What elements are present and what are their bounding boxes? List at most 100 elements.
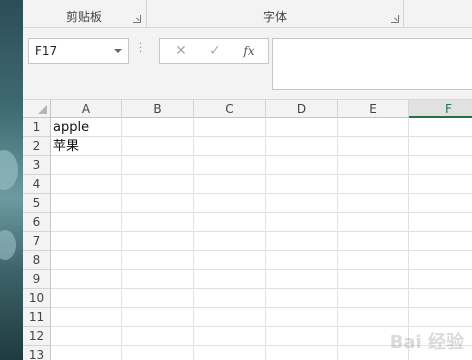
cell-f6[interactable] <box>409 213 472 232</box>
cell-c9[interactable] <box>194 270 266 289</box>
cell-d5[interactable] <box>266 194 338 213</box>
name-box[interactable]: F17 <box>28 38 129 64</box>
cell-d8[interactable] <box>266 251 338 270</box>
cell-e10[interactable] <box>338 289 409 308</box>
cell-f4[interactable] <box>409 175 472 194</box>
cell-a7[interactable] <box>51 232 122 251</box>
cell-d3[interactable] <box>266 156 338 175</box>
select-all-corner[interactable] <box>23 100 51 118</box>
cell-c10[interactable] <box>194 289 266 308</box>
cell-b8[interactable] <box>122 251 194 270</box>
row-header-10[interactable]: 10 <box>23 289 51 308</box>
cell-c12[interactable] <box>194 327 266 346</box>
cell-c1[interactable] <box>194 118 266 137</box>
cell-b11[interactable] <box>122 308 194 327</box>
clipboard-launcher-icon[interactable] <box>133 15 141 23</box>
cell-e9[interactable] <box>338 270 409 289</box>
cell-e6[interactable] <box>338 213 409 232</box>
row-header-13[interactable]: 13 <box>23 346 51 360</box>
cell-b13[interactable] <box>122 346 194 360</box>
cell-a12[interactable] <box>51 327 122 346</box>
row-header-5[interactable]: 5 <box>23 194 51 213</box>
cell-f5[interactable] <box>409 194 472 213</box>
row-header-4[interactable]: 4 <box>23 175 51 194</box>
row-header-6[interactable]: 6 <box>23 213 51 232</box>
cell-b2[interactable] <box>122 137 194 156</box>
row-header-2[interactable]: 2 <box>23 137 51 156</box>
column-header-c[interactable]: C <box>194 100 266 118</box>
cell-f7[interactable] <box>409 232 472 251</box>
font-launcher-icon[interactable] <box>391 15 399 23</box>
cell-e3[interactable] <box>338 156 409 175</box>
cell-d4[interactable] <box>266 175 338 194</box>
cell-a9[interactable] <box>51 270 122 289</box>
cell-c2[interactable] <box>194 137 266 156</box>
column-header-f[interactable]: F <box>409 100 472 118</box>
formula-input[interactable] <box>272 38 472 90</box>
cell-a13[interactable] <box>51 346 122 360</box>
cell-e4[interactable] <box>338 175 409 194</box>
cell-b10[interactable] <box>122 289 194 308</box>
cell-d7[interactable] <box>266 232 338 251</box>
cell-e11[interactable] <box>338 308 409 327</box>
cell-f2[interactable] <box>409 137 472 156</box>
cell-a2[interactable]: 苹果 <box>51 137 122 156</box>
cell-f9[interactable] <box>409 270 472 289</box>
cell-c11[interactable] <box>194 308 266 327</box>
row-header-12[interactable]: 12 <box>23 327 51 346</box>
cell-d9[interactable] <box>266 270 338 289</box>
cell-e5[interactable] <box>338 194 409 213</box>
enter-icon[interactable]: ✓ <box>198 39 232 63</box>
cell-e1[interactable] <box>338 118 409 137</box>
cell-a6[interactable] <box>51 213 122 232</box>
insert-function-icon[interactable]: fx <box>232 39 266 63</box>
row-header-7[interactable]: 7 <box>23 232 51 251</box>
cell-d6[interactable] <box>266 213 338 232</box>
cell-b5[interactable] <box>122 194 194 213</box>
cell-b4[interactable] <box>122 175 194 194</box>
cell-c3[interactable] <box>194 156 266 175</box>
cell-d12[interactable] <box>266 327 338 346</box>
cell-c6[interactable] <box>194 213 266 232</box>
row-header-8[interactable]: 8 <box>23 251 51 270</box>
cell-a11[interactable] <box>51 308 122 327</box>
cell-c4[interactable] <box>194 175 266 194</box>
column-header-e[interactable]: E <box>338 100 409 118</box>
cell-b3[interactable] <box>122 156 194 175</box>
cell-a1[interactable]: apple <box>51 118 122 137</box>
cell-d10[interactable] <box>266 289 338 308</box>
cell-d1[interactable] <box>266 118 338 137</box>
column-header-b[interactable]: B <box>122 100 194 118</box>
cell-b7[interactable] <box>122 232 194 251</box>
cell-a4[interactable] <box>51 175 122 194</box>
cell-e2[interactable] <box>338 137 409 156</box>
cell-d13[interactable] <box>266 346 338 360</box>
cell-a8[interactable] <box>51 251 122 270</box>
cell-b12[interactable] <box>122 327 194 346</box>
cell-c5[interactable] <box>194 194 266 213</box>
cell-d11[interactable] <box>266 308 338 327</box>
chevron-down-icon[interactable] <box>114 49 122 53</box>
cancel-icon[interactable]: ✕ <box>164 39 198 63</box>
worksheet-grid[interactable]: ABCDEF 1 2 3 4 5 6 7 8 9 10 11 12 13 apple 苹果 <box>23 100 472 360</box>
cell-c13[interactable] <box>194 346 266 360</box>
cell-f10[interactable] <box>409 289 472 308</box>
row-header-9[interactable]: 9 <box>23 270 51 289</box>
row-header-3[interactable]: 3 <box>23 156 51 175</box>
cell-b1[interactable] <box>122 118 194 137</box>
column-header-a[interactable]: A <box>51 100 122 118</box>
cell-a3[interactable] <box>51 156 122 175</box>
cell-e7[interactable] <box>338 232 409 251</box>
cell-a5[interactable] <box>51 194 122 213</box>
cell-f1[interactable] <box>409 118 472 137</box>
cell-e8[interactable] <box>338 251 409 270</box>
cell-a10[interactable] <box>51 289 122 308</box>
cell-f11[interactable] <box>409 308 472 327</box>
cell-c7[interactable] <box>194 232 266 251</box>
cell-f3[interactable] <box>409 156 472 175</box>
column-header-d[interactable]: D <box>266 100 338 118</box>
cell-d2[interactable] <box>266 137 338 156</box>
cell-c8[interactable] <box>194 251 266 270</box>
cell-f8[interactable] <box>409 251 472 270</box>
cell-b9[interactable] <box>122 270 194 289</box>
